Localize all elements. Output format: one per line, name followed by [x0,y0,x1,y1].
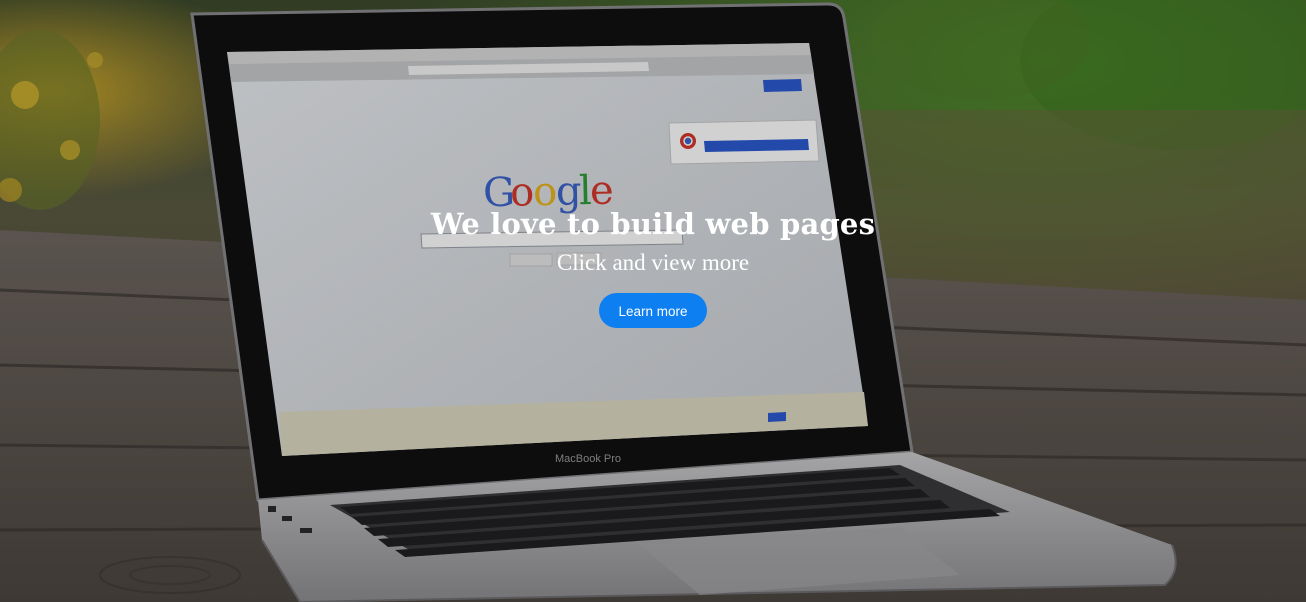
learn-more-button[interactable]: Learn more [599,293,707,328]
hero-content: We love to build web pages Click and vie… [0,204,1306,328]
hero-heading: We love to build web pages [430,207,876,241]
hero-subheading: Click and view more [556,250,750,275]
hero-section: G o o g l e MacBook Pro We love to build… [0,0,1306,602]
laptop-brand-label: MacBook Pro [555,453,621,465]
